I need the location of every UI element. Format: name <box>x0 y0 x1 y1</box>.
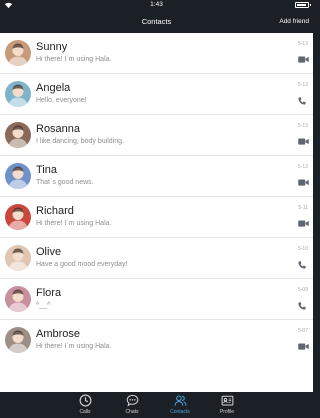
tab-bar: Calls Chats Contacts Profile <box>0 392 313 418</box>
video-icon[interactable] <box>298 179 309 187</box>
contact-row[interactable]: Tina That`s good news. 5-12 <box>0 156 313 197</box>
contact-name: Richard <box>36 205 74 217</box>
tab-label: Chats <box>125 409 139 415</box>
contact-status-message: Hello, everyone! <box>36 97 87 104</box>
video-icon[interactable] <box>298 56 309 64</box>
contact-row[interactable]: Sunny Hi there! I`m using Hala. 5-13 <box>0 33 313 74</box>
contact-row[interactable]: Angela Hello, everyone! 5-13 <box>0 74 313 115</box>
contact-name: Rosanna <box>36 123 81 135</box>
contact-status-message: That`s good news. <box>36 179 94 186</box>
contact-date: 5-07 <box>297 328 308 334</box>
profile-icon <box>212 394 242 407</box>
video-icon[interactable] <box>298 138 309 146</box>
contact-row[interactable]: Olive Have a good mood everyday! 5-10 <box>0 238 313 279</box>
contact-name: Sunny <box>36 41 68 53</box>
avatar[interactable] <box>5 245 31 271</box>
contact-status-message: ^__^ <box>36 302 51 309</box>
battery-icon <box>295 2 311 8</box>
add-friend-button[interactable]: Add friend <box>279 18 309 25</box>
contact-name: Angela <box>36 82 71 94</box>
avatar[interactable] <box>5 327 31 353</box>
avatar[interactable] <box>5 163 31 189</box>
contact-row[interactable]: Richard Hi there! I`m using Hala. 5-11 <box>0 197 313 238</box>
contact-status-message: Hi there! I`m using Hala. <box>36 56 112 63</box>
tab-label: Calls <box>79 409 91 415</box>
avatar[interactable] <box>5 204 31 230</box>
tab-label: Profile <box>219 409 235 415</box>
avatar[interactable] <box>5 122 31 148</box>
chat-icon <box>117 394 147 407</box>
contact-name: Olive <box>36 246 62 258</box>
video-icon[interactable] <box>298 220 309 228</box>
tab-chats[interactable]: Chats <box>117 394 147 417</box>
video-icon[interactable] <box>298 343 309 351</box>
contact-list: Sunny Hi there! I`m using Hala. 5-13 Angela… <box>0 33 313 392</box>
contact-status-message: Have a good mood everyday! <box>36 261 128 268</box>
phone-icon[interactable] <box>298 302 308 310</box>
contact-date: 5-10 <box>297 246 308 252</box>
contact-date: 5-13 <box>297 41 308 47</box>
contact-date: 5-12 <box>297 164 308 170</box>
avatar[interactable] <box>5 81 31 107</box>
contact-date: 5-11 <box>298 205 308 211</box>
contact-date: 5-13 <box>297 123 308 129</box>
contact-date: 5-13 <box>297 82 308 88</box>
status-time: 1:43 <box>150 1 163 8</box>
contact-name: Tina <box>36 164 57 176</box>
status-bar: 1:43 <box>0 0 313 11</box>
contact-row[interactable]: Rosanna I like dancing, body building. 5-1… <box>0 115 313 156</box>
phone-icon[interactable] <box>298 97 308 105</box>
contact-status-message: I like dancing, body building. <box>36 138 124 145</box>
contact-row[interactable]: Ambrose Hi there! I`m using Hala. 5-07 <box>0 320 313 361</box>
avatar[interactable] <box>5 286 31 312</box>
contact-name: Ambrose <box>36 328 81 340</box>
nav-bar: Contacts Add friend <box>0 11 313 33</box>
phone-icon[interactable] <box>298 261 308 269</box>
contact-status-message: Hi there! I`m using Hala. <box>36 343 112 350</box>
contacts-icon <box>165 394 195 407</box>
tab-profile[interactable]: Profile <box>212 394 242 417</box>
page-title: Contacts <box>141 17 172 26</box>
contact-row[interactable]: Flora ^__^ 5-09 <box>0 279 313 320</box>
tab-calls[interactable]: Calls <box>70 394 100 417</box>
contact-name: Flora <box>36 287 62 299</box>
tab-label: Contacts <box>170 409 190 415</box>
tab-contacts[interactable]: Contacts <box>165 394 195 417</box>
avatar[interactable] <box>5 40 31 66</box>
clock-icon <box>70 394 100 407</box>
contact-status-message: Hi there! I`m using Hala. <box>36 220 112 227</box>
contact-date: 5-09 <box>297 287 308 293</box>
